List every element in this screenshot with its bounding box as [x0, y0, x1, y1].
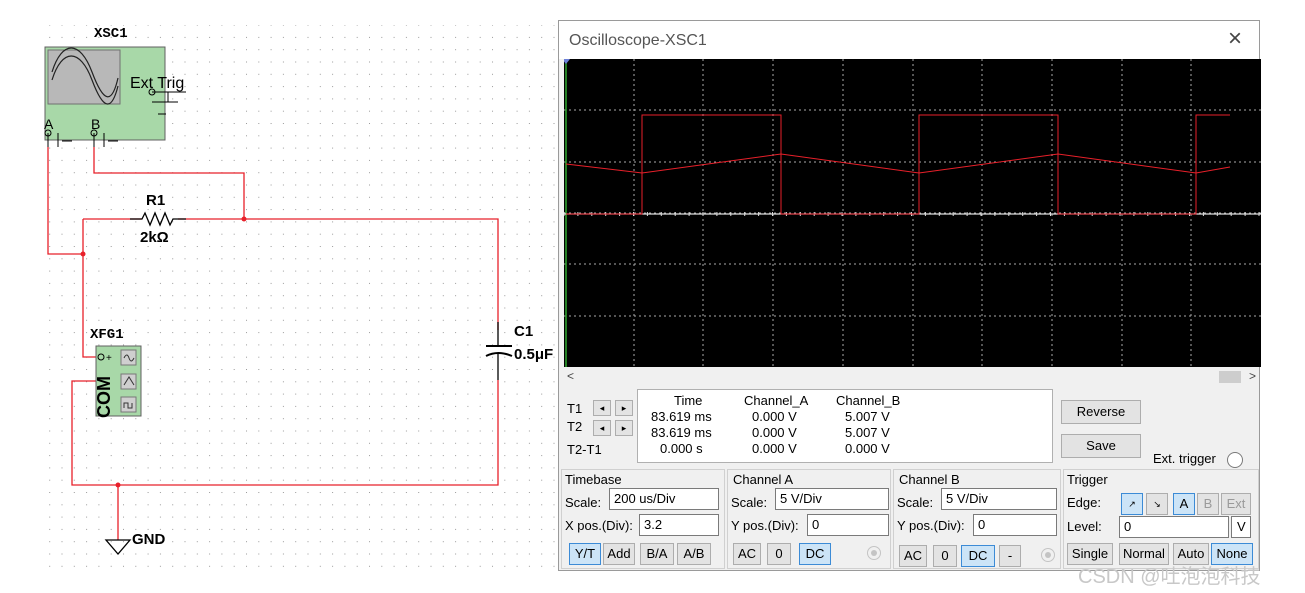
timebase-scale-label: Scale: [565, 495, 602, 510]
c1-name: C1 [514, 323, 533, 340]
cursor-t1-handle[interactable] [564, 59, 570, 64]
scope-grid [564, 59, 1261, 367]
c1-value: 0.5μF [514, 346, 553, 363]
t2-t1-label: T2-T1 [567, 442, 602, 457]
channel-a-ypos-label: Y pos.(Div): [731, 518, 799, 533]
window-title: Oscilloscope-XSC1 [569, 32, 707, 49]
close-button[interactable]: × [1221, 25, 1249, 53]
mode-add-button[interactable]: Add [603, 543, 635, 565]
window-title-bar[interactable]: Oscilloscope-XSC1 × [559, 21, 1259, 59]
t1-left-button[interactable]: ◂ [593, 400, 611, 416]
r1-name: R1 [146, 192, 165, 209]
scroll-left-arrow[interactable]: < [567, 369, 574, 383]
save-button[interactable]: Save [1061, 434, 1141, 458]
ext-trig-label: Ext Trig [130, 75, 184, 92]
scroll-thumb[interactable] [1219, 371, 1241, 383]
ext-trigger-label: Ext. trigger [1153, 451, 1216, 466]
channel-a-scale-label: Scale: [731, 495, 768, 510]
measurement-readout: Time Channel_A Channel_B 83.619 ms 0.000… [637, 389, 1053, 463]
delta-time: 0.000 s [660, 441, 703, 456]
channel-a-radio[interactable] [867, 546, 881, 560]
delta-channel-a: 0.000 V [752, 441, 797, 456]
scope-screen[interactable] [564, 59, 1261, 367]
t1-channel-a: 0.000 V [752, 409, 797, 424]
xfg1-label: XFG1 [90, 327, 124, 343]
t2-right-button[interactable]: ▸ [615, 420, 633, 436]
oscilloscope-window[interactable]: Oscilloscope-XSC1 × < > T1 ◂ ▸ T2 ◂ ▸ T2… [558, 20, 1261, 571]
junction-dot [80, 251, 86, 257]
header-channel-b: Channel_B [836, 393, 901, 408]
trigger-source-b-button[interactable]: B [1197, 493, 1219, 515]
horizontal-scrollbar[interactable]: < > [559, 367, 1259, 387]
pin-b-label: B [91, 116, 100, 132]
t1-time: 83.619 ms [651, 409, 712, 424]
pin-a-label: A [44, 116, 54, 132]
channel-a-ac-button[interactable]: AC [733, 543, 761, 565]
mode-ab-button[interactable]: A/B [677, 543, 711, 565]
xfg1-com-label: COM [94, 376, 114, 418]
header-time: Time [674, 393, 703, 408]
timebase-xpos-field[interactable]: 3.2 [639, 514, 719, 536]
junction-dot [241, 216, 247, 222]
t2-channel-b: 5.007 V [845, 425, 890, 440]
trigger-title: Trigger [1067, 472, 1108, 487]
channel-b-scale-label: Scale: [897, 495, 934, 510]
scroll-right-arrow[interactable]: > [1249, 369, 1256, 383]
channel-b-ac-button[interactable]: AC [899, 545, 927, 567]
trigger-edge-label: Edge: [1067, 495, 1101, 510]
channel-a-ypos-field[interactable]: 0 [807, 514, 889, 536]
channel-a-dc-button[interactable]: DC [799, 543, 831, 565]
t1-label: T1 [567, 401, 583, 416]
svg-text:+: + [106, 353, 112, 364]
channel-a-triangle-trace [565, 153, 1231, 174]
reverse-button[interactable]: Reverse [1061, 400, 1141, 424]
junction-dot [115, 482, 121, 488]
t2-label: T2 [567, 419, 583, 434]
trigger-level-field[interactable]: 0 [1119, 516, 1229, 538]
channel-a-scale-field[interactable]: 5 V/Div [775, 488, 889, 510]
t2-time: 83.619 ms [651, 425, 712, 440]
delta-channel-b: 0.000 V [845, 441, 890, 456]
watermark: CSDN @吐泡泡科技 [1078, 566, 1261, 588]
ext-trigger-radio[interactable] [1227, 452, 1243, 468]
channel-b-title: Channel B [899, 472, 960, 487]
mode-ba-button[interactable]: B/A [640, 543, 674, 565]
trigger-level-label: Level: [1067, 519, 1102, 534]
channel-b-ypos-label: Y pos.(Div): [897, 518, 965, 533]
timebase-scale-field[interactable]: 200 us/Div [609, 488, 719, 510]
trigger-source-ext-button[interactable]: Ext [1221, 493, 1251, 515]
channel-b-zero-button[interactable]: 0 [933, 545, 957, 567]
t1-right-button[interactable]: ▸ [615, 400, 633, 416]
channel-b-scale-field[interactable]: 5 V/Div [941, 488, 1057, 510]
t2-channel-a: 0.000 V [752, 425, 797, 440]
rising-edge-icon[interactable]: ↗ [1121, 493, 1143, 515]
r1-value: 2kΩ [140, 229, 169, 246]
mode-yt-button[interactable]: Y/T [569, 543, 601, 565]
channel-b-radio[interactable] [1041, 548, 1055, 562]
trigger-source-a-button[interactable]: A [1173, 493, 1195, 515]
t1-channel-b: 5.007 V [845, 409, 890, 424]
channel-b-invert-button[interactable]: - [999, 545, 1021, 567]
channel-b-square-trace [566, 114, 1230, 215]
channel-a-zero-button[interactable]: 0 [767, 543, 791, 565]
channel-b-ypos-field[interactable]: 0 [973, 514, 1057, 536]
header-channel-a: Channel_A [744, 393, 809, 408]
t2-left-button[interactable]: ◂ [593, 420, 611, 436]
timebase-title: Timebase [565, 472, 622, 487]
xsc1-label: XSC1 [94, 26, 128, 42]
gnd-label: GND [132, 531, 166, 548]
channel-b-dc-button[interactable]: DC [961, 545, 995, 567]
trigger-level-unit: V [1231, 516, 1251, 538]
timebase-xpos-label: X pos.(Div): [565, 518, 633, 533]
channel-a-title: Channel A [733, 472, 793, 487]
falling-edge-icon[interactable]: ↘ [1146, 493, 1168, 515]
